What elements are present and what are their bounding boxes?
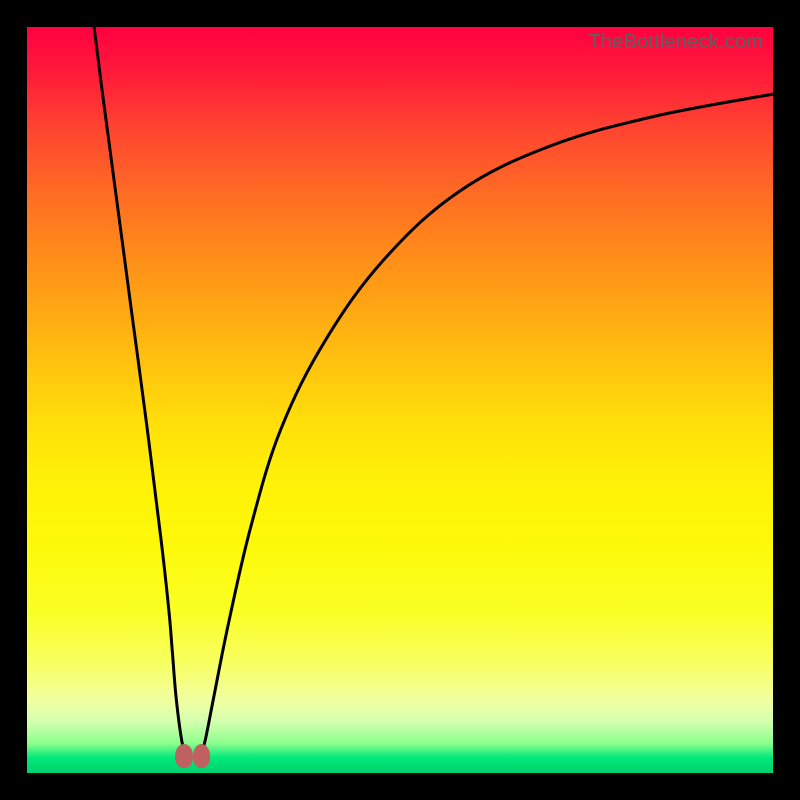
- marker-blob-left: [175, 744, 193, 768]
- plot-area: TheBottleneck.com: [27, 27, 773, 773]
- watermark-text: TheBottleneck.com: [588, 31, 763, 54]
- marker-blob-right: [193, 744, 211, 768]
- curve-layer: [27, 27, 773, 773]
- curve-left-branch: [94, 27, 187, 758]
- chart-frame: TheBottleneck.com: [0, 0, 800, 800]
- curve-right-branch: [199, 94, 773, 758]
